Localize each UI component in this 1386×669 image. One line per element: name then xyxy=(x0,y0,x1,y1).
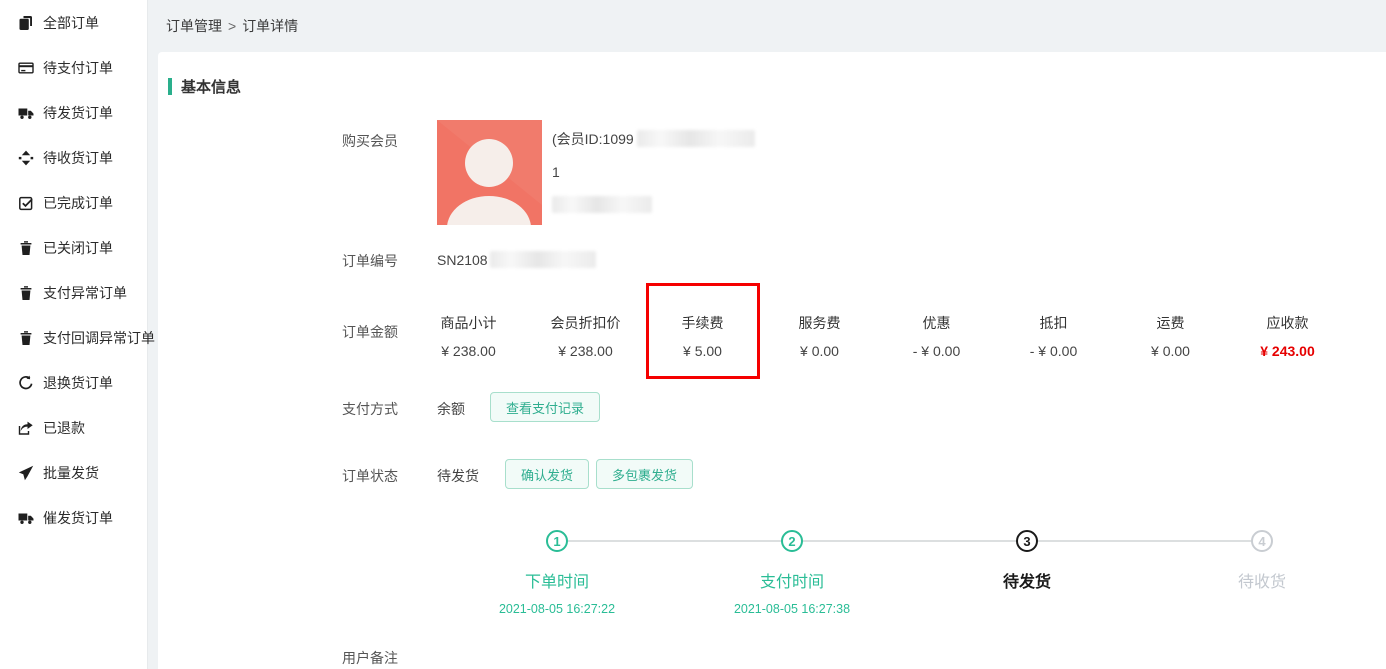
order-no-label: 订单编号 xyxy=(342,251,398,271)
sidebar-item-label: 待收货订单 xyxy=(43,148,113,168)
avatar xyxy=(437,120,542,225)
amount-col-service-fee: 服务费 ¥ 0.00 xyxy=(761,314,878,360)
user-remark-label: 用户备注 xyxy=(342,648,398,668)
amount-col-handling-fee: 手续费 ¥ 5.00 xyxy=(644,314,761,360)
sidebar-item-pending-receipt[interactable]: 待收货订单 xyxy=(0,135,147,180)
sidebar-item-label: 批量发货 xyxy=(43,463,99,483)
copy-icon xyxy=(18,15,34,31)
order-status-value: 待发货 xyxy=(437,466,479,486)
sidebar-item-label: 全部订单 xyxy=(43,13,99,33)
redacted-text xyxy=(552,196,652,213)
sidebar-item-batch-ship[interactable]: 批量发货 xyxy=(0,450,147,495)
trash-icon xyxy=(18,330,34,346)
sidebar-item-label: 支付异常订单 xyxy=(43,283,127,303)
amount-columns: 商品小计 ¥ 238.00 会员折扣价 ¥ 238.00 手续费 ¥ 5.00 … xyxy=(410,314,1346,360)
sidebar-item-label: 已关闭订单 xyxy=(43,238,113,258)
step-timestamp: 2021-08-05 16:27:38 xyxy=(682,602,902,616)
sidebar-item-refunded[interactable]: 已退款 xyxy=(0,405,147,450)
amount-col-deduction: 抵扣 - ¥ 0.00 xyxy=(995,314,1112,360)
sidebar-item-label: 待发货订单 xyxy=(43,103,113,123)
refresh-icon xyxy=(18,375,34,391)
member-id-text: (会员ID:1099 xyxy=(552,129,634,149)
sidebar-item-label: 支付回调异常订单 xyxy=(43,328,155,348)
amount-col-member-discount: 会员折扣价 ¥ 238.00 xyxy=(527,314,644,360)
step-payment-time: 2 支付时间 2021-08-05 16:27:38 xyxy=(682,530,902,616)
sidebar-item-label: 已完成订单 xyxy=(43,193,113,213)
breadcrumb-current: 订单详情 xyxy=(242,16,298,36)
section-title-text: 基本信息 xyxy=(181,76,241,97)
truck-icon xyxy=(18,510,34,526)
amount-col-freight: 运费 ¥ 0.00 xyxy=(1112,314,1229,360)
truck-icon xyxy=(18,105,34,121)
redacted-text xyxy=(490,251,596,268)
refund-arrow-icon xyxy=(18,420,34,436)
step-number-badge: 4 xyxy=(1251,530,1273,552)
order-detail-card: 基本信息 购买会员 (会员ID:1099 1 订单编号 SN2108 订单金额 … xyxy=(158,52,1386,669)
order-status-label: 订单状态 xyxy=(342,466,398,486)
member-line2: 1 xyxy=(552,164,560,180)
sidebar-item-closed[interactable]: 已关闭订单 xyxy=(0,225,147,270)
sidebar-item-completed[interactable]: 已完成订单 xyxy=(0,180,147,225)
paper-plane-icon xyxy=(18,465,34,481)
sidebar-item-label: 退换货订单 xyxy=(43,373,113,393)
sidebar-item-returns[interactable]: 退换货订单 xyxy=(0,360,147,405)
sidebar-item-callback-error[interactable]: 支付回调异常订单 xyxy=(0,315,147,360)
multi-package-ship-button[interactable]: 多包裹发货 xyxy=(596,459,693,489)
sidebar: 全部订单 待支付订单 待发货订单 待收货订单 已完成订单 已关闭订单 支付异常订… xyxy=(0,0,148,669)
member-info: (会员ID:1099 1 xyxy=(552,122,755,221)
receive-icon xyxy=(18,150,34,166)
sidebar-item-label: 待支付订单 xyxy=(43,58,113,78)
payment-method-value: 余额 xyxy=(437,399,465,419)
trash-icon xyxy=(18,240,34,256)
payment-method-label: 支付方式 xyxy=(342,399,398,419)
sidebar-item-payment-error[interactable]: 支付异常订单 xyxy=(0,270,147,315)
step-timestamp: 2021-08-05 16:27:22 xyxy=(447,602,667,616)
step-number-badge: 2 xyxy=(781,530,803,552)
sidebar-item-urge-ship[interactable]: 催发货订单 xyxy=(0,495,147,540)
sidebar-item-pending-payment[interactable]: 待支付订单 xyxy=(0,45,147,90)
breadcrumb-section[interactable]: 订单管理 xyxy=(166,16,222,36)
section-title-bar xyxy=(168,78,172,95)
step-pending-receipt: 4 待收货 xyxy=(1152,530,1372,592)
sidebar-item-pending-shipment[interactable]: 待发货订单 xyxy=(0,90,147,135)
section-title: 基本信息 xyxy=(168,76,241,97)
step-order-time: 1 下单时间 2021-08-05 16:27:22 xyxy=(447,530,667,616)
order-amount-label: 订单金额 xyxy=(342,322,398,342)
breadcrumb: 订单管理 > 订单详情 xyxy=(148,0,1386,52)
check-square-icon xyxy=(18,195,34,211)
sidebar-item-label: 催发货订单 xyxy=(43,508,113,528)
order-no-value: SN2108 xyxy=(437,251,596,268)
step-number-badge: 1 xyxy=(546,530,568,552)
buyer-label: 购买会员 xyxy=(342,131,398,151)
trash-icon xyxy=(18,285,34,301)
order-no-prefix: SN2108 xyxy=(437,252,488,268)
redacted-text xyxy=(637,130,755,147)
confirm-ship-button[interactable]: 确认发货 xyxy=(505,459,589,489)
amount-col-subtotal: 商品小计 ¥ 238.00 xyxy=(410,314,527,360)
step-pending-shipment: 3 待发货 xyxy=(917,530,1137,592)
amount-col-coupon: 优惠 - ¥ 0.00 xyxy=(878,314,995,360)
amount-col-receivable: 应收款 ¥ 243.00 xyxy=(1229,314,1346,360)
sidebar-item-all-orders[interactable]: 全部订单 xyxy=(0,0,147,45)
view-payment-records-button[interactable]: 查看支付记录 xyxy=(490,392,600,422)
step-number-badge: 3 xyxy=(1016,530,1038,552)
sidebar-item-label: 已退款 xyxy=(43,418,85,438)
credit-card-icon xyxy=(18,60,34,76)
breadcrumb-separator: > xyxy=(228,18,236,34)
